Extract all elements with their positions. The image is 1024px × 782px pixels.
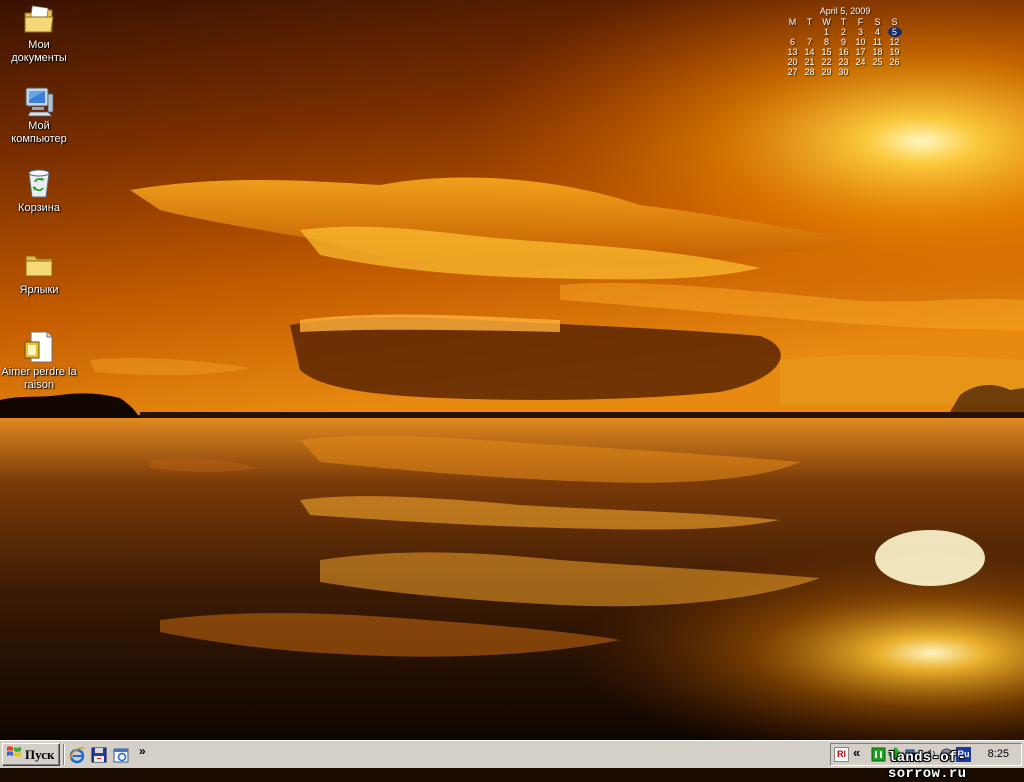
windows-logo-icon bbox=[6, 745, 22, 764]
calendar-day[interactable]: 16 bbox=[835, 47, 852, 57]
calendar-day[interactable]: 10 bbox=[852, 37, 869, 47]
calendar-day[interactable]: 12 bbox=[886, 37, 903, 47]
calendar-day[interactable]: 17 bbox=[852, 47, 869, 57]
calendar-blank-cell bbox=[801, 27, 818, 37]
sunset-lake-wallpaper bbox=[0, 0, 1024, 740]
calendar-day[interactable]: 21 bbox=[801, 57, 818, 67]
calendar-grid: M T W T F S S 1 2 3 4 5 6 7 8 9 10 11 12 13 14 15 16 17 18 19 20 21… bbox=[784, 17, 906, 77]
desktop-icon-label: Мой компьютер bbox=[11, 120, 67, 145]
calendar-day[interactable]: 19 bbox=[886, 47, 903, 57]
calendar-day[interactable]: 23 bbox=[835, 57, 852, 67]
recycle-bin-icon bbox=[22, 166, 56, 200]
tray-expand-button[interactable]: « bbox=[853, 745, 860, 760]
desktop-icon-shortcuts-folder[interactable]: Ярлыки bbox=[0, 248, 78, 297]
calendar-day[interactable]: 2 bbox=[835, 27, 852, 37]
taskbar: Пуск » Rl « Ru 8:25 bbox=[0, 740, 1024, 768]
calendar-day[interactable]: 20 bbox=[784, 57, 801, 67]
calendar-day[interactable]: 8 bbox=[818, 37, 835, 47]
start-button[interactable]: Пуск bbox=[2, 743, 60, 766]
calendar-weekday: F bbox=[857, 17, 864, 27]
calendar-weekday: W bbox=[822, 17, 831, 27]
taskbar-divider bbox=[63, 744, 65, 765]
calendar-day[interactable]: 29 bbox=[818, 67, 835, 77]
calendar-day[interactable]: 11 bbox=[869, 37, 886, 47]
image-file-icon bbox=[22, 330, 56, 364]
calendar-day[interactable]: 13 bbox=[784, 47, 801, 57]
desktop-icon-label: Корзина bbox=[18, 202, 60, 214]
browser-window-icon[interactable] bbox=[112, 746, 130, 764]
desktop-icon-label: Aimer perdre la raison bbox=[1, 366, 77, 391]
calendar-day[interactable]: 24 bbox=[852, 57, 869, 67]
calendar-day[interactable]: 7 bbox=[801, 37, 818, 47]
my-computer-icon bbox=[22, 84, 56, 118]
calendar-day[interactable]: 22 bbox=[818, 57, 835, 67]
desktop-icon-my-documents[interactable]: Мои документы bbox=[0, 3, 78, 65]
desktop-icon-my-computer[interactable]: Мой компьютер bbox=[0, 84, 78, 146]
calendar-weekday: S bbox=[891, 17, 898, 27]
calendar-day[interactable]: 15 bbox=[818, 47, 835, 57]
calendar-day[interactable]: 26 bbox=[886, 57, 903, 67]
desktop-icon-label: Мои документы bbox=[11, 39, 67, 64]
internet-explorer-icon[interactable] bbox=[68, 746, 86, 764]
calendar-widget: April 5, 2009 M T W T F S S 1 2 3 4 5 6 7 8 9 10 11 12 13 14… bbox=[784, 6, 906, 77]
calendar-day[interactable]: 14 bbox=[801, 47, 818, 57]
quick-launch-more-button[interactable]: » bbox=[139, 744, 146, 758]
desktop-icon-label: Ярлыки bbox=[19, 284, 59, 296]
calendar-weekday: T bbox=[806, 17, 813, 27]
my-documents-folder-icon bbox=[22, 3, 56, 37]
calendar-day[interactable]: 3 bbox=[852, 27, 869, 37]
calendar-title: April 5, 2009 bbox=[819, 6, 871, 16]
desktop-wallpaper bbox=[0, 0, 1024, 740]
calendar-day[interactable]: 27 bbox=[784, 67, 801, 77]
calendar-day[interactable]: 1 bbox=[818, 27, 835, 37]
calendar-day[interactable]: 28 bbox=[801, 67, 818, 77]
calendar-blank-cell bbox=[784, 27, 801, 37]
calendar-day[interactable]: 9 bbox=[835, 37, 852, 47]
calendar-day-today[interactable]: 5 bbox=[887, 27, 902, 37]
calendar-weekday: M bbox=[788, 17, 797, 27]
desktop-icon-recycle-bin[interactable]: Корзина bbox=[0, 166, 78, 215]
calendar-day[interactable]: 30 bbox=[835, 67, 852, 77]
folder-icon bbox=[22, 248, 56, 282]
calendar-day[interactable]: 4 bbox=[869, 27, 886, 37]
watermark-text: lands-of-sorrow.ru bbox=[888, 750, 967, 782]
desktop-icon-image-file[interactable]: Aimer perdre la raison bbox=[0, 330, 78, 392]
rl-tray-icon[interactable]: Rl bbox=[834, 747, 849, 762]
green-tray-icon[interactable] bbox=[871, 747, 886, 762]
calendar-day[interactable]: 18 bbox=[869, 47, 886, 57]
calendar-day[interactable]: 6 bbox=[784, 37, 801, 47]
calendar-day[interactable]: 25 bbox=[869, 57, 886, 67]
calendar-weekday: T bbox=[840, 17, 847, 27]
start-button-label: Пуск bbox=[25, 746, 55, 762]
calendar-weekday: S bbox=[874, 17, 881, 27]
save-disk-icon[interactable] bbox=[90, 746, 108, 764]
